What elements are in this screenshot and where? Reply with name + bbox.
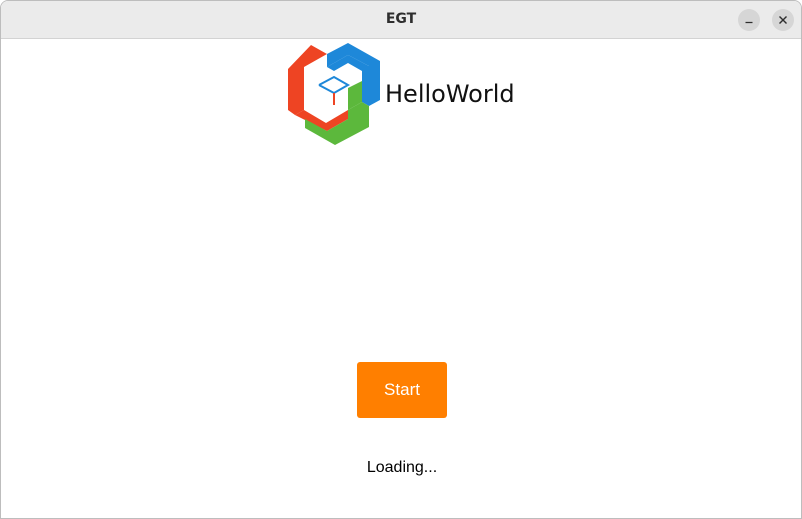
loading-status: Loading... bbox=[366, 459, 438, 476]
minimize-icon bbox=[745, 21, 753, 24]
egt-logo-icon bbox=[288, 43, 380, 145]
title-bar[interactable]: EGT bbox=[1, 1, 801, 39]
close-button[interactable] bbox=[772, 9, 794, 31]
close-icon bbox=[779, 16, 787, 24]
app-name: HelloWorld bbox=[385, 80, 515, 108]
minimize-button[interactable] bbox=[738, 9, 760, 31]
window-title: EGT bbox=[385, 11, 417, 27]
start-button[interactable]: Start bbox=[357, 362, 447, 418]
app-window: EGT HelloWorld Start Loading... bbox=[0, 0, 802, 519]
